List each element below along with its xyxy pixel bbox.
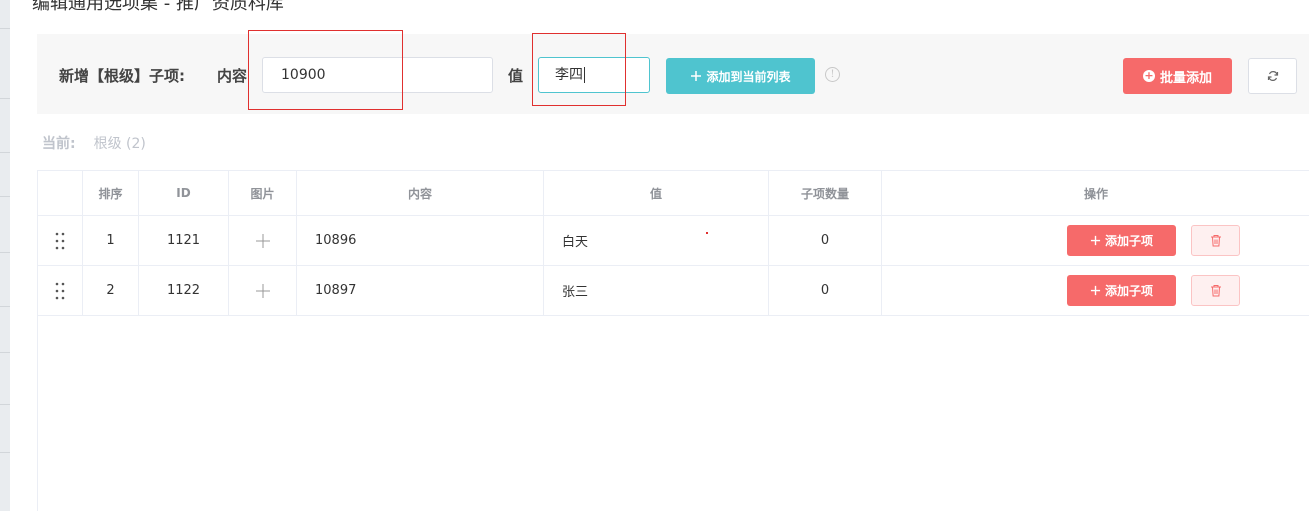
options-table: 排序 ID 图片 内容 值 子项数量 操作 1 1121 10896 白天 0 … xyxy=(37,170,1309,511)
plus-icon xyxy=(1090,285,1101,296)
row-id: 1121 xyxy=(139,216,229,265)
header-content: 内容 xyxy=(297,171,544,215)
breadcrumb: 当前: 根级 (2) xyxy=(42,133,146,153)
plus-icon xyxy=(691,71,702,81)
plus-circle-icon: + xyxy=(1142,69,1155,82)
row-actions: 添加子项 xyxy=(882,216,1309,265)
header-image: 图片 xyxy=(229,171,297,215)
row-order: 2 xyxy=(83,266,139,315)
row-content: 10896 xyxy=(297,216,544,265)
dialog-title: 编辑通用选项集 - 推广资质科库 xyxy=(32,0,284,14)
table-header: 排序 ID 图片 内容 值 子项数量 操作 xyxy=(38,171,1309,216)
row-actions: 添加子项 xyxy=(882,266,1309,315)
table-row: 2 1122 10897 张三 0 添加子项 xyxy=(38,266,1309,316)
drag-dots xyxy=(55,232,65,249)
row-child-count: 0 xyxy=(769,266,882,315)
add-child-button[interactable]: 添加子项 xyxy=(1067,275,1176,306)
add-item-toolbar: 新增【根级】子项: 内容 10900 值 李四 添加到当前列表 ! + 批量添加 xyxy=(37,34,1309,114)
row-order: 1 xyxy=(83,216,139,265)
plus-icon xyxy=(1090,235,1101,246)
breadcrumb-label: 当前: xyxy=(42,136,76,152)
add-child-label: 添加子项 xyxy=(1104,284,1153,298)
delete-button[interactable] xyxy=(1191,275,1240,306)
refresh-icon xyxy=(1267,71,1278,81)
value-label: 值 xyxy=(508,67,524,85)
header-id: ID xyxy=(139,171,229,215)
header-order: 排序 xyxy=(83,171,139,215)
drag-handle-icon[interactable] xyxy=(38,216,83,265)
refresh-button[interactable] xyxy=(1248,58,1297,94)
add-item-title: 新增【根级】子项: xyxy=(59,67,185,85)
info-icon[interactable]: ! xyxy=(825,67,840,82)
row-value: 白天 xyxy=(544,216,769,265)
row-content: 10897 xyxy=(297,266,544,315)
header-child-count: 子项数量 xyxy=(769,171,882,215)
annotation-box-value xyxy=(532,33,626,106)
delete-button[interactable] xyxy=(1191,225,1240,256)
row-child-count: 0 xyxy=(769,216,882,265)
upload-image-icon[interactable] xyxy=(229,216,297,265)
annotation-box-content xyxy=(248,30,403,110)
header-drag xyxy=(38,171,83,215)
add-child-label: 添加子项 xyxy=(1104,234,1153,248)
table-row: 1 1121 10896 白天 0 添加子项 xyxy=(38,216,1309,266)
breadcrumb-path[interactable]: 根级 (2) xyxy=(94,136,146,152)
add-to-list-button[interactable]: 添加到当前列表 xyxy=(666,58,815,94)
stray-pixel-mark xyxy=(706,232,708,234)
trash-icon xyxy=(1210,285,1221,297)
batch-add-label: 批量添加 xyxy=(1159,70,1212,86)
drag-handle-icon[interactable] xyxy=(38,266,83,315)
add-to-list-label: 添加到当前列表 xyxy=(706,69,791,84)
row-id: 1122 xyxy=(139,266,229,315)
batch-add-button[interactable]: + 批量添加 xyxy=(1123,58,1232,94)
trash-icon xyxy=(1210,235,1221,247)
drag-dots xyxy=(55,282,65,299)
upload-image-icon[interactable] xyxy=(229,266,297,315)
header-value: 值 xyxy=(544,171,769,215)
row-value: 张三 xyxy=(544,266,769,315)
header-actions: 操作 xyxy=(1083,186,1108,201)
background-window-strip xyxy=(0,0,10,511)
add-child-button[interactable]: 添加子项 xyxy=(1067,225,1176,256)
content-label: 内容 xyxy=(217,67,248,85)
